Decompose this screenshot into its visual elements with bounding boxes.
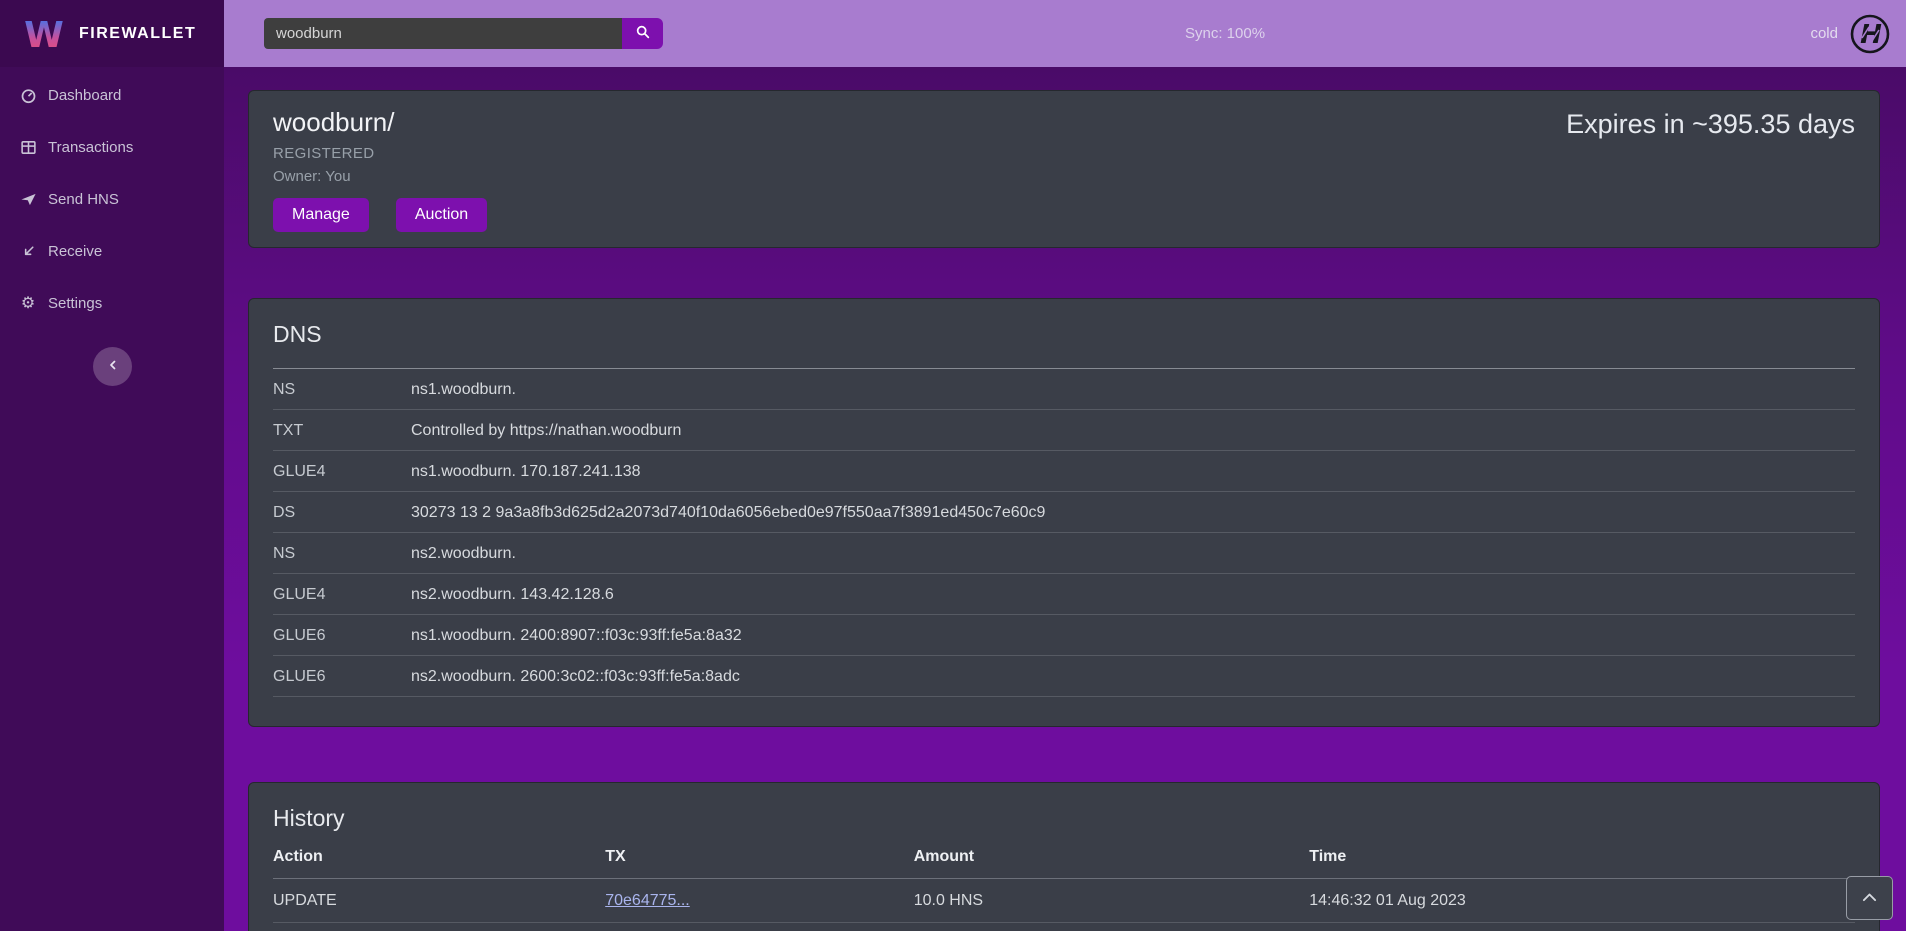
- dns-record-type: DS: [273, 503, 411, 522]
- dns-record-row: GLUE4ns1.woodburn. 170.187.241.138: [273, 451, 1855, 492]
- sidebar-nav: Dashboard Transactions Send HNS Receive …: [0, 67, 224, 329]
- dns-record-row: GLUE4ns2.woodburn. 143.42.128.6: [273, 574, 1855, 615]
- dns-record-type: NS: [273, 380, 411, 399]
- history-header-action: Action: [273, 848, 605, 866]
- domain-card: woodburn/ REGISTERED Owner: You Manage A…: [248, 90, 1880, 248]
- history-action: UPDATE: [273, 891, 605, 910]
- history-title: History: [273, 805, 1855, 832]
- wallet-mode-badge: cold: [1810, 25, 1838, 42]
- history-row: RENEWd73e9c2...10.0 HNS15:15:26 27 Jul 2…: [273, 923, 1855, 931]
- history-time: 14:46:32 01 Aug 2023: [1309, 891, 1855, 910]
- domain-actions: Manage Auction: [273, 198, 1855, 232]
- scroll-top-button[interactable]: [1846, 876, 1893, 920]
- gauge-icon: [19, 86, 37, 104]
- chevron-up-icon: [1862, 891, 1877, 906]
- sidebar-item-send-hns[interactable]: Send HNS: [0, 173, 224, 225]
- dns-record-row: GLUE6ns1.woodburn. 2400:8907::f03c:93ff:…: [273, 615, 1855, 656]
- sidebar-item-transactions[interactable]: Transactions: [0, 121, 224, 173]
- history-header-tx: TX: [605, 848, 913, 866]
- dns-title: DNS: [273, 321, 1855, 348]
- history-header-row: Action TX Amount Time: [273, 840, 1855, 879]
- sidebar-item-settings[interactable]: ⚙ Settings: [0, 277, 224, 329]
- auction-button[interactable]: Auction: [396, 198, 487, 232]
- sidebar-item-label: Settings: [48, 295, 102, 312]
- search-icon: [635, 24, 651, 43]
- dns-record-row: GLUE6ns2.woodburn. 2600:3c02::f03c:93ff:…: [273, 656, 1855, 697]
- chevron-left-icon: [107, 359, 119, 374]
- dns-record-type: GLUE6: [273, 626, 411, 645]
- history-table: UPDATE70e64775... 10.0 HNS14:46:32 01 Aug…: [273, 879, 1855, 931]
- receive-arrow-icon: [19, 242, 37, 260]
- sidebar-item-dashboard[interactable]: Dashboard: [0, 69, 224, 121]
- svg-text:W: W: [24, 15, 64, 54]
- wallet-indicator[interactable]: cold H: [1810, 0, 1892, 67]
- dns-record-value: ns2.woodburn. 143.42.128.6: [411, 585, 1855, 604]
- gear-icon: ⚙: [19, 294, 37, 312]
- history-row: UPDATE70e64775... 10.0 HNS14:46:32 01 Aug…: [273, 879, 1855, 923]
- dns-record-type: TXT: [273, 421, 411, 440]
- dns-record-value: ns1.woodburn.: [411, 380, 1855, 399]
- firewallet-logo-icon: W: [22, 14, 66, 54]
- sidebar-item-label: Dashboard: [48, 87, 121, 104]
- sidebar-item-label: Send HNS: [48, 191, 119, 208]
- search-button[interactable]: [622, 18, 663, 49]
- dns-record-row: TXTControlled by https://nathan.woodburn: [273, 410, 1855, 451]
- dns-card: DNS NSns1.woodburn.TXTControlled by http…: [248, 298, 1880, 727]
- paper-plane-icon: [19, 190, 37, 208]
- dns-record-value: Controlled by https://nathan.woodburn: [411, 421, 1855, 440]
- topbar: Sync: 100% cold H: [224, 0, 1906, 67]
- handshake-logo-icon: H: [1848, 12, 1892, 56]
- manage-button[interactable]: Manage: [273, 198, 369, 232]
- dns-record-value: ns1.woodburn. 170.187.241.138: [411, 462, 1855, 481]
- dns-record-type: GLUE4: [273, 462, 411, 481]
- dns-record-row: DS30273 13 2 9a3a8fb3d625d2a2073d740f10d…: [273, 492, 1855, 533]
- sidebar-collapse-button[interactable]: [93, 347, 132, 386]
- tx-link[interactable]: 70e64775...: [605, 892, 690, 909]
- table-icon: [19, 138, 37, 156]
- dns-record-type: GLUE6: [273, 667, 411, 686]
- sync-status: Sync: 100%: [1185, 0, 1265, 67]
- domain-status: REGISTERED: [273, 145, 1855, 162]
- search-bar: [264, 18, 663, 49]
- sidebar-item-label: Receive: [48, 243, 102, 260]
- sidebar-item-label: Transactions: [48, 139, 133, 156]
- history-card: History Action TX Amount Time UPDATE70e6…: [248, 782, 1880, 931]
- dns-record-value: ns2.woodburn. 2600:3c02::f03c:93ff:fe5a:…: [411, 667, 1855, 686]
- history-header-time: Time: [1309, 848, 1855, 866]
- sidebar: W FIREWALLET Dashboard Transactions Send…: [0, 0, 224, 931]
- dns-record-value: 30273 13 2 9a3a8fb3d625d2a2073d740f10da6…: [411, 503, 1855, 522]
- domain-expiry: Expires in ~395.35 days: [1566, 109, 1855, 140]
- history-header-amount: Amount: [914, 848, 1310, 866]
- dns-record-type: GLUE4: [273, 585, 411, 604]
- dns-record-type: NS: [273, 544, 411, 563]
- brand-name: FIREWALLET: [79, 25, 196, 43]
- app-logo: W FIREWALLET: [0, 0, 224, 67]
- sidebar-item-receive[interactable]: Receive: [0, 225, 224, 277]
- dns-record-row: NSns1.woodburn.: [273, 369, 1855, 410]
- dns-record-value: ns2.woodburn.: [411, 544, 1855, 563]
- main-content: woodburn/ REGISTERED Owner: You Manage A…: [224, 67, 1906, 931]
- dns-record-value: ns1.woodburn. 2400:8907::f03c:93ff:fe5a:…: [411, 626, 1855, 645]
- dns-table: NSns1.woodburn.TXTControlled by https://…: [273, 368, 1855, 697]
- history-amount: 10.0 HNS: [914, 891, 1310, 910]
- dns-record-row: NSns2.woodburn.: [273, 533, 1855, 574]
- search-input[interactable]: [264, 18, 622, 49]
- domain-owner: Owner: You: [273, 168, 1855, 185]
